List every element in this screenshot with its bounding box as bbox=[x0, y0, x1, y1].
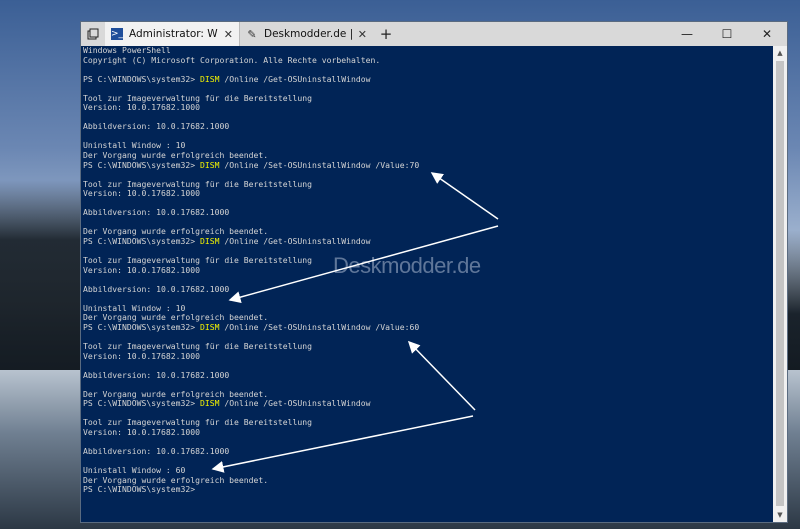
console-line: PS C:\WINDOWS\system32> DISM /Online /Ge… bbox=[83, 73, 773, 85]
output-text: Abbildversion: 10.0.17682.1000 bbox=[83, 121, 230, 132]
close-tab-icon[interactable]: ✕ bbox=[358, 28, 367, 41]
console-line: Abbildversion: 10.0.17682.1000 bbox=[83, 445, 773, 457]
task-view-button[interactable] bbox=[81, 22, 105, 46]
close-button[interactable]: ✕ bbox=[747, 22, 787, 46]
command-arguments: /Online /Set-OSUninstallWindow /Value:60 bbox=[219, 321, 420, 332]
output-text: Tool zur Imageverwaltung für die Bereits… bbox=[83, 178, 313, 189]
output-text: Tool zur Imageverwaltung für die Bereits… bbox=[83, 92, 313, 103]
command-name: DISM bbox=[199, 159, 220, 170]
output-text: Tool zur Imageverwaltung für die Bereits… bbox=[83, 417, 313, 428]
command-arguments: /Online /Set-OSUninstallWindow /Value:70 bbox=[219, 159, 420, 170]
command-arguments: /Online /Get-OSUninstallWindow bbox=[219, 235, 371, 246]
prompt-text: PS C:\WINDOWS\system32> bbox=[83, 398, 200, 409]
vertical-scrollbar[interactable]: ▲ ▼ bbox=[773, 46, 787, 522]
web-page-icon: ✎ bbox=[247, 27, 257, 41]
output-text: Der Vorgang wurde erfolgreich beendet. bbox=[83, 388, 269, 399]
prompt-text: PS C:\WINDOWS\system32> bbox=[83, 321, 200, 332]
output-text: Der Vorgang wurde erfolgreich beendet. bbox=[83, 474, 269, 485]
output-text: Version: 10.0.17682.1000 bbox=[83, 188, 200, 199]
console-line: PS C:\WINDOWS\system32> DISM /Online /Se… bbox=[83, 321, 773, 333]
command-arguments: /Online /Get-OSUninstallWindow bbox=[219, 398, 371, 409]
tab-deskmodder[interactable]: ✎ Deskmodder.de | News, Tip ✕ bbox=[239, 22, 373, 46]
tab-label: Administrator: Window bbox=[129, 28, 218, 40]
console-line: PS C:\WINDOWS\system32> DISM /Online /Ge… bbox=[83, 398, 773, 409]
task-view-icon bbox=[87, 28, 99, 40]
console-line: Version: 10.0.17682.1000 bbox=[83, 103, 773, 113]
scroll-down-icon[interactable]: ▼ bbox=[773, 508, 787, 522]
command-name: DISM bbox=[199, 73, 220, 84]
prompt-text: PS C:\WINDOWS\system32> bbox=[83, 159, 200, 170]
output-text: Der Vorgang wurde erfolgreich beendet. bbox=[83, 150, 269, 161]
title-bar[interactable]: >_ Administrator: Window ✕ ✎ Deskmodder.… bbox=[81, 22, 787, 46]
maximize-button[interactable]: ☐ bbox=[707, 22, 747, 46]
prompt-text: PS C:\WINDOWS\system32> bbox=[83, 235, 200, 246]
output-text: Abbildversion: 10.0.17682.1000 bbox=[83, 207, 230, 218]
output-text: Uninstall Window : 10 bbox=[83, 302, 186, 313]
output-text: Tool zur Imageverwaltung für die Bereits… bbox=[83, 340, 313, 351]
scrollbar-thumb[interactable] bbox=[776, 61, 784, 506]
output-text: Der Vorgang wurde erfolgreich beendet. bbox=[83, 226, 269, 237]
console-output[interactable]: Windows PowerShell Copyright (C) Microsof… bbox=[81, 46, 773, 522]
console-line: Abbildversion: 10.0.17682.1000 bbox=[83, 283, 773, 295]
close-tab-icon[interactable]: ✕ bbox=[224, 28, 233, 41]
scroll-up-icon[interactable]: ▲ bbox=[773, 46, 787, 60]
output-text: Version: 10.0.17682.1000 bbox=[83, 350, 200, 361]
output-text: Uninstall Window : 60 bbox=[83, 465, 186, 476]
output-text: Abbildversion: 10.0.17682.1000 bbox=[83, 369, 230, 380]
console-line: PS C:\WINDOWS\system32> DISM /Online /Ge… bbox=[83, 235, 773, 247]
console-line: Version: 10.0.17682.1000 bbox=[83, 350, 773, 362]
output-text: Copyright (C) Microsoft Corporation. All… bbox=[83, 54, 381, 65]
console-line: Abbildversion: 10.0.17682.1000 bbox=[83, 369, 773, 381]
wallpaper-forest-left bbox=[0, 180, 90, 380]
output-text: Tool zur Imageverwaltung für die Bereits… bbox=[83, 255, 313, 266]
tab-label: Deskmodder.de | News, Tip bbox=[264, 28, 352, 40]
prompt-text: PS C:\WINDOWS\system32> bbox=[83, 484, 196, 495]
console-line: PS C:\WINDOWS\system32> DISM /Online /Se… bbox=[83, 159, 773, 171]
powershell-icon: >_ bbox=[110, 28, 124, 40]
output-text: Abbildversion: 10.0.17682.1000 bbox=[83, 445, 230, 456]
command-name: DISM bbox=[199, 321, 220, 332]
prompt-text: PS C:\WINDOWS\system32> bbox=[83, 73, 200, 84]
console-line: Abbildversion: 10.0.17682.1000 bbox=[83, 208, 773, 218]
console-line: PS C:\WINDOWS\system32> bbox=[83, 484, 773, 495]
output-text: Version: 10.0.17682.1000 bbox=[83, 102, 200, 113]
new-tab-button[interactable]: + bbox=[373, 22, 399, 46]
output-text: Abbildversion: 10.0.17682.1000 bbox=[83, 283, 230, 294]
output-text: Version: 10.0.17682.1000 bbox=[83, 426, 200, 437]
command-name: DISM bbox=[199, 398, 220, 409]
title-bar-drag-area[interactable] bbox=[399, 22, 667, 46]
output-text: Version: 10.0.17682.1000 bbox=[83, 264, 200, 275]
console-line: Version: 10.0.17682.1000 bbox=[83, 188, 773, 199]
minimize-button[interactable]: — bbox=[667, 22, 707, 46]
output-text: Uninstall Window : 10 bbox=[83, 140, 186, 151]
command-arguments: /Online /Get-OSUninstallWindow bbox=[219, 73, 371, 84]
console-line: Abbildversion: 10.0.17682.1000 bbox=[83, 122, 773, 132]
console-line: Version: 10.0.17682.1000 bbox=[83, 426, 773, 438]
output-text: Der Vorgang wurde erfolgreich beendet. bbox=[83, 312, 269, 323]
command-name: DISM bbox=[199, 235, 220, 246]
console-line: Copyright (C) Microsoft Corporation. All… bbox=[83, 54, 773, 66]
tab-powershell[interactable]: >_ Administrator: Window ✕ bbox=[105, 22, 239, 46]
deskmodder-watermark: Deskmodder.de bbox=[333, 253, 481, 278]
